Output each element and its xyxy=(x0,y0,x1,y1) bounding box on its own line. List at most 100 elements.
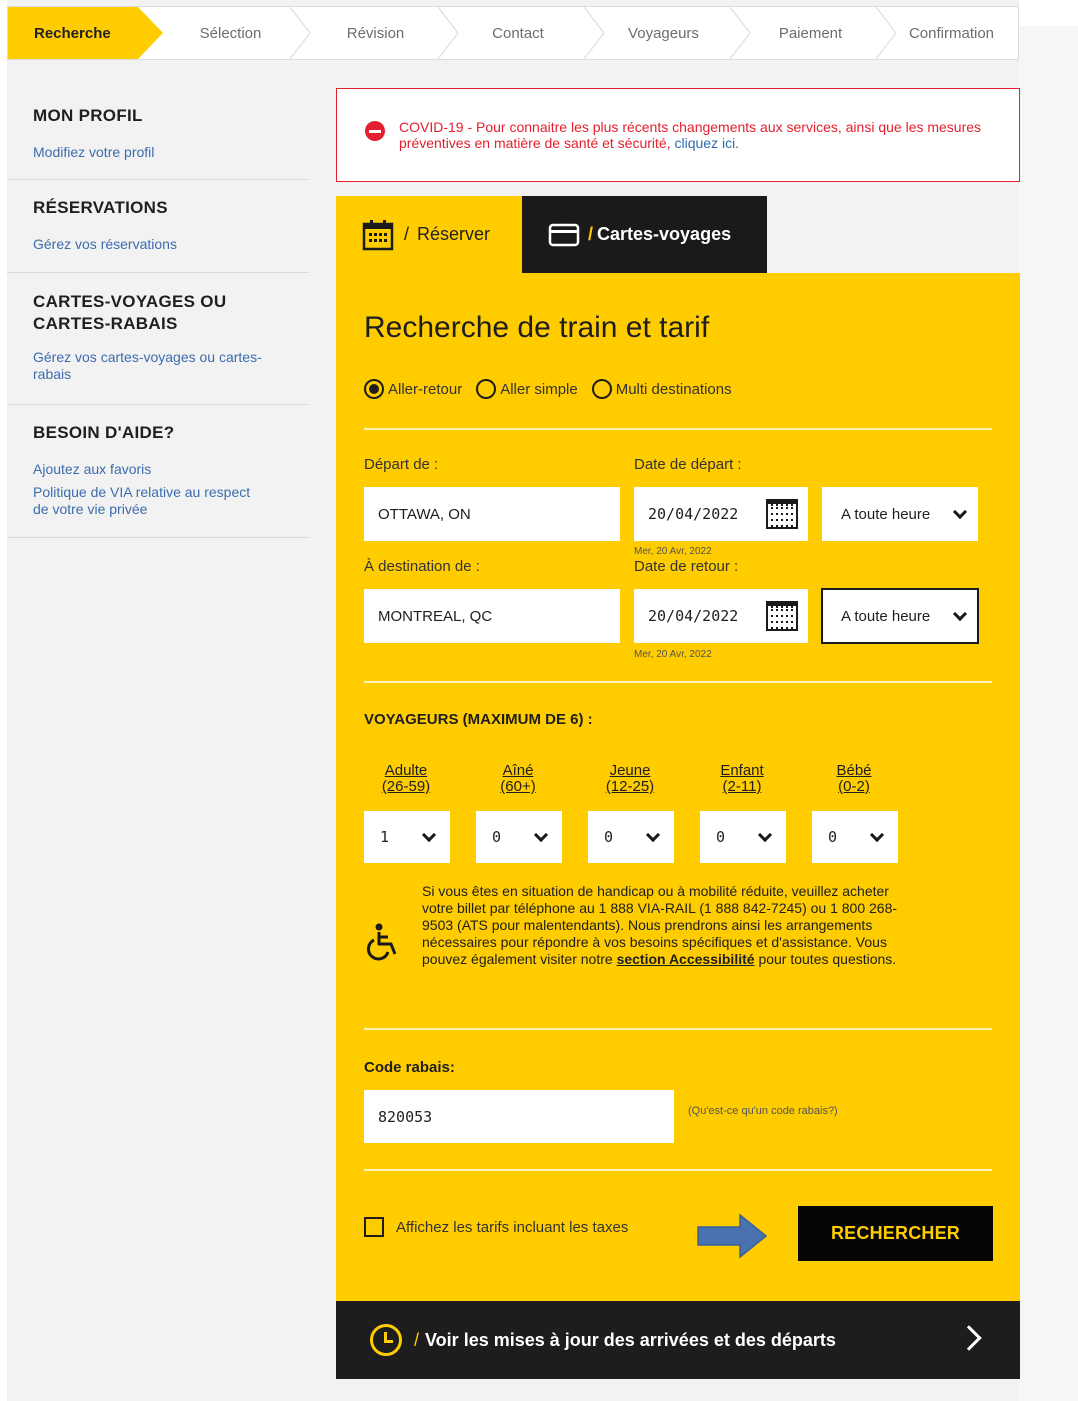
pax-label-line: Enfant xyxy=(720,762,764,779)
clock-icon xyxy=(370,1324,402,1356)
chevron-right-icon[interactable] xyxy=(956,1325,982,1351)
pax-label-line: Aîné xyxy=(502,762,534,779)
adulte-value: 1 xyxy=(380,828,390,846)
aine-select[interactable]: 0 xyxy=(476,811,562,863)
step-revision[interactable]: Révision xyxy=(303,7,448,59)
progress-steps: Recherche Sélection Révision Contact Voy… xyxy=(7,6,1019,60)
depart-time-value: A toute heure xyxy=(841,505,931,523)
radio-aller-retour[interactable] xyxy=(364,379,384,399)
return-date-value: 20/04/2022 xyxy=(648,607,739,625)
step-separator-icon xyxy=(875,7,897,59)
sidebar-title: MON PROFIL xyxy=(33,106,143,125)
pax-label-line: (26-59) xyxy=(381,778,431,795)
chevron-down-icon xyxy=(952,606,968,622)
taxes-label: Affichez les tarifs incluant les taxes xyxy=(396,1219,629,1236)
pax-label-enfant: Enfant (2-11) xyxy=(712,763,772,795)
return-date-input[interactable]: 20/04/2022 xyxy=(634,589,808,643)
pax-label-line: (2-11) xyxy=(722,778,762,795)
calendar-icon[interactable] xyxy=(766,601,798,631)
step-paiement[interactable]: Paiement xyxy=(738,7,883,59)
chevron-down-icon xyxy=(645,827,661,843)
sidebar-link-privacy[interactable]: Politique de VIA relative au respect de … xyxy=(33,484,263,518)
search-button[interactable]: RECHERCHER xyxy=(798,1206,993,1261)
tab-reserver[interactable]: / Réserver xyxy=(336,196,522,273)
updates-slash: / xyxy=(414,1329,420,1350)
sidebar-title: CARTES-VOYAGES OU CARTES-RABAIS xyxy=(33,292,227,333)
step-separator-icon xyxy=(729,7,751,59)
accessibility-note: Si vous êtes en situation de handicap ou… xyxy=(422,883,902,968)
card-icon xyxy=(548,223,580,246)
pax-label-adulte: Adulte (26-59) xyxy=(376,763,436,795)
tab-cartes-voyages[interactable]: / Cartes-voyages xyxy=(522,196,767,273)
sidebar-link-favoris[interactable]: Ajoutez aux favoris xyxy=(33,461,309,478)
sidebar-link-profil[interactable]: Modifiez votre profil xyxy=(33,144,309,161)
tab-reserver-label: Réserver xyxy=(417,224,491,244)
step-contact[interactable]: Contact xyxy=(448,7,588,59)
step-confirmation[interactable]: Confirmation xyxy=(884,7,1019,59)
sidebar-title: BESOIN D'AIDE? xyxy=(33,423,175,442)
jeune-select[interactable]: 0 xyxy=(588,811,674,863)
step-separator-icon xyxy=(437,7,459,59)
return-time-select[interactable]: A toute heure xyxy=(821,588,979,644)
sidebar-link-cartes[interactable]: Gérez vos cartes-voyages ou cartes-rabai… xyxy=(33,349,273,383)
divider xyxy=(364,1028,992,1030)
page-title: Recherche de train et tarif xyxy=(364,311,710,344)
promo-help-link[interactable]: (Qu'est-ce qu'un code rabais?) xyxy=(688,1105,838,1117)
arrow-right-icon xyxy=(697,1213,768,1259)
accessibility-link[interactable]: section Accessibilité xyxy=(617,951,755,967)
promo-label: Code rabais: xyxy=(364,1059,455,1076)
pax-label-aine: Aîné (60+) xyxy=(488,763,548,795)
covid-alert: COVID-19 - Pour connaitre les plus récen… xyxy=(336,88,1020,182)
tab-slash: / xyxy=(404,224,410,244)
sidebar-section-reservations: RÉSERVATIONS Gérez vos réservations xyxy=(7,180,309,273)
enfant-value: 0 xyxy=(716,828,726,846)
trip-type-group: Aller-retour Aller simple Multi destinat… xyxy=(364,379,746,399)
pax-label-line: (60+) xyxy=(500,778,536,795)
to-label: À destination de : xyxy=(364,558,480,575)
pax-label-line: Bébé xyxy=(836,762,872,779)
tab-slash: / xyxy=(588,224,594,244)
promo-input[interactable]: 820053 xyxy=(364,1090,674,1143)
pax-label-line: (0-2) xyxy=(838,778,870,795)
enfant-select[interactable]: 0 xyxy=(700,811,786,863)
sidebar-section-cartes: CARTES-VOYAGES OU CARTES-RABAIS Gérez vo… xyxy=(7,273,309,405)
accessibility-tail: pour toutes questions. xyxy=(758,951,897,967)
radio-label: Aller simple xyxy=(500,380,578,398)
depart-time-select[interactable]: A toute heure xyxy=(822,487,978,541)
depart-date-input[interactable]: 20/04/2022 xyxy=(634,487,808,541)
adulte-select[interactable]: 1 xyxy=(364,811,450,863)
wheelchair-icon xyxy=(366,923,397,961)
arrivals-departures-bar[interactable]: / Voir les mises à jour des arrivées et … xyxy=(336,1301,1020,1379)
pax-label-line: (12-25) xyxy=(605,778,655,795)
pax-label-line: Jeune xyxy=(609,762,651,779)
from-input[interactable]: OTTAWA, ON xyxy=(364,487,620,541)
chevron-down-icon xyxy=(869,827,885,843)
pax-label-jeune: Jeune (12-25) xyxy=(600,763,660,795)
taxes-checkbox[interactable] xyxy=(364,1217,384,1237)
alert-link[interactable]: cliquez ici. xyxy=(674,135,739,151)
sidebar: MON PROFIL Modifiez votre profil RÉSERVA… xyxy=(7,80,309,538)
radio-aller-simple[interactable] xyxy=(476,379,497,399)
return-date-label: Date de retour : xyxy=(634,558,739,575)
chevron-down-icon xyxy=(421,827,437,843)
divider xyxy=(364,1169,992,1171)
step-voyageurs[interactable]: Voyageurs xyxy=(591,7,736,59)
sidebar-title: RÉSERVATIONS xyxy=(33,198,168,217)
calendar-icon xyxy=(362,219,394,250)
step-selection[interactable]: Sélection xyxy=(158,7,303,59)
aine-value: 0 xyxy=(492,828,502,846)
to-input[interactable]: MONTREAL, QC xyxy=(364,589,620,643)
chevron-down-icon xyxy=(533,827,549,843)
step-separator-icon xyxy=(289,7,311,59)
calendar-icon[interactable] xyxy=(766,499,798,529)
sidebar-section-profil: MON PROFIL Modifiez votre profil xyxy=(7,80,309,180)
sidebar-link-reservations[interactable]: Gérez vos réservations xyxy=(33,236,309,253)
divider xyxy=(364,428,992,430)
step-recherche[interactable]: Recherche xyxy=(8,7,163,59)
sidebar-section-aide: BESOIN D'AIDE? Ajoutez aux favoris Polit… xyxy=(7,405,309,538)
bebe-select[interactable]: 0 xyxy=(812,811,898,863)
chevron-down-icon xyxy=(952,504,968,520)
radio-multi-destinations[interactable] xyxy=(591,379,612,399)
from-label: Départ de : xyxy=(364,456,439,473)
updates-label: Voir les mises à jour des arrivées et de… xyxy=(425,1329,836,1350)
